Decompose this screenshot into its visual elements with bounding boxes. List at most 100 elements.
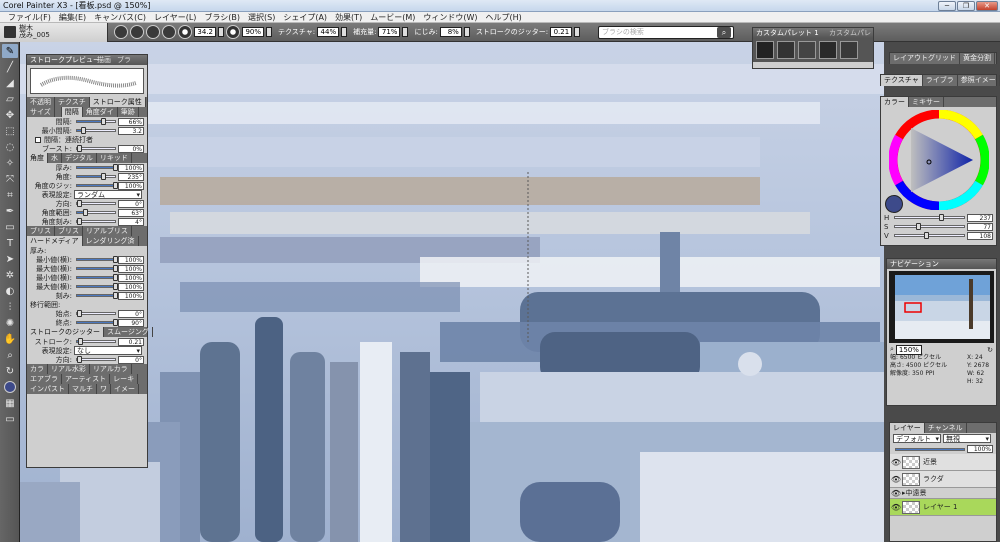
squeeze-slider[interactable] — [76, 164, 119, 171]
layer-row-selected[interactable]: 👁 レイヤー 1 — [890, 499, 996, 516]
value-value[interactable]: 108 — [967, 231, 993, 240]
tab-real-color[interactable]: リアルカラ — [90, 364, 132, 374]
jitter-spinner[interactable] — [574, 27, 581, 37]
brush-selector[interactable]: 樹木 茂み_005 — [0, 22, 108, 42]
layer-row[interactable]: 👁 近景 — [890, 454, 996, 471]
angle-range-value[interactable]: 63° — [118, 208, 144, 217]
magic-wand-icon[interactable]: ✧ — [2, 156, 18, 170]
tab-rendered[interactable]: レンダリング済 — [83, 236, 139, 246]
nav-zoom-icon[interactable]: ⌕ — [890, 345, 894, 354]
tab-hard-media[interactable]: ハードメディア — [27, 236, 83, 246]
max-thick2-value[interactable]: 100% — [118, 282, 144, 291]
palette-brush2-icon[interactable] — [777, 41, 795, 59]
angle-range-slider[interactable] — [76, 209, 116, 216]
saturation-value[interactable]: 77 — [967, 222, 993, 231]
menu-file[interactable]: ファイル(F) — [4, 12, 55, 23]
layer-row[interactable]: 👁 ラクダ — [890, 471, 996, 488]
squeeze2-slider[interactable] — [76, 292, 119, 299]
min-thick-slider[interactable] — [76, 256, 119, 263]
search-icon[interactable]: ⌕ — [717, 27, 731, 38]
resaturation-spinner[interactable] — [402, 27, 409, 37]
composite-method-dropdown[interactable]: デフォルト — [893, 434, 941, 443]
hue-slider[interactable] — [894, 214, 965, 221]
max-thick-slider[interactable] — [76, 265, 119, 272]
nav-rotate-icon[interactable]: ↻ — [987, 346, 993, 354]
tab-stroke[interactable]: 筆跡 — [118, 107, 139, 117]
expr2-dropdown[interactable]: なし — [74, 346, 142, 355]
tab-library[interactable]: ライブラ — [923, 75, 958, 86]
boost-slider[interactable] — [76, 145, 116, 152]
paper-texture-icon[interactable]: ▦ — [2, 396, 18, 410]
stroke-type-icon[interactable] — [130, 25, 144, 39]
tab-multi[interactable]: マルチ — [69, 384, 97, 394]
navigator-preview[interactable] — [889, 271, 994, 343]
tab-blank[interactable] — [55, 107, 62, 117]
start-slider[interactable] — [76, 310, 116, 317]
max-thick-value[interactable]: 100% — [118, 264, 144, 273]
brush-dab-icon[interactable] — [114, 25, 128, 39]
stroke-jitter-value[interactable]: 0.21 — [118, 337, 144, 346]
min-spacing-slider[interactable] — [76, 127, 116, 134]
menu-edit[interactable]: 編集(E) — [55, 12, 90, 23]
value-slider[interactable] — [894, 232, 965, 239]
boost-value[interactable]: 0% — [118, 144, 144, 153]
text-tool-icon[interactable]: T — [2, 236, 18, 250]
palette-brush5-icon[interactable] — [840, 41, 858, 59]
nav-zoom-field[interactable]: 150% — [895, 344, 922, 355]
tab-spacing[interactable]: 間隔 — [61, 107, 83, 117]
end-value[interactable]: 90° — [118, 318, 144, 327]
dodge-icon[interactable]: ◐ — [2, 284, 18, 298]
screen-mode-icon[interactable]: ▭ — [2, 412, 18, 426]
visibility-eye-icon[interactable]: 👁 — [890, 458, 902, 467]
tab-rake[interactable]: レーキ — [110, 374, 139, 384]
menu-canvas[interactable]: キャンバス(C) — [90, 12, 150, 23]
shape-select-icon[interactable]: ➤ — [2, 252, 18, 266]
expression-dropdown[interactable]: ランダム — [74, 190, 142, 199]
angle-step-slider[interactable] — [76, 218, 116, 225]
tab-impasto[interactable]: インパスト — [27, 384, 69, 394]
tab-digital[interactable]: デジタル — [62, 153, 97, 163]
size-field[interactable]: 34.2 — [194, 27, 216, 37]
tab-color-panel[interactable]: カラー — [881, 97, 909, 107]
custom-palette-tab2[interactable]: カスタムパレ — [829, 28, 871, 38]
stroke-jitter-slider[interactable] — [76, 338, 116, 345]
menu-window[interactable]: ウィンドウ(W) — [419, 12, 481, 23]
tab-bristle2[interactable]: ブリス — [55, 226, 83, 236]
dropper-tool-icon[interactable]: ╱ — [2, 60, 18, 74]
palette-brush3-icon[interactable] — [798, 41, 816, 59]
opacity-field[interactable]: 90% — [242, 27, 264, 37]
angle-jitter-value[interactable]: 100% — [118, 181, 144, 190]
tab-bristle1[interactable]: ブリス — [27, 226, 55, 236]
size-spinner[interactable] — [218, 27, 224, 37]
spacing-value[interactable]: 66% — [118, 117, 144, 126]
tab-opacity[interactable]: 不透明 — [27, 97, 55, 107]
direction-value[interactable]: 0° — [118, 199, 144, 208]
end-slider[interactable] — [76, 319, 119, 326]
rotate-page-icon[interactable]: ↻ — [2, 364, 18, 378]
angle-value[interactable]: 235° — [118, 172, 144, 181]
close-button[interactable]: ✕ — [976, 1, 998, 11]
max-thick2-slider[interactable] — [76, 283, 119, 290]
tab-texture-lib[interactable]: テクスチャ — [881, 75, 923, 86]
tab-layout-grid[interactable]: レイアウトグリッド — [890, 53, 960, 64]
palette-brush4-icon[interactable] — [819, 41, 837, 59]
tab-channels[interactable]: チャンネル — [925, 423, 967, 433]
menu-layer[interactable]: レイヤー(L) — [150, 12, 200, 23]
tab-mixer[interactable]: ミキサー — [909, 97, 944, 107]
brush-tool-icon[interactable]: ✎ — [2, 44, 18, 58]
layer-adjuster-icon[interactable]: ✥ — [2, 108, 18, 122]
tab-smoothing[interactable]: スムージング — [104, 327, 153, 337]
main-color-swatch[interactable] — [885, 195, 903, 213]
color-wheel[interactable] — [887, 109, 990, 211]
resaturation-field[interactable]: 71% — [378, 27, 401, 37]
custom-palette-title[interactable]: カスタムパレット 1 — [756, 29, 819, 37]
min-thick2-slider[interactable] — [76, 274, 119, 281]
visibility-eye-icon[interactable]: 👁 — [890, 503, 902, 512]
texture-field[interactable]: 44% — [317, 27, 340, 37]
bleed-field[interactable]: 8% — [439, 27, 462, 37]
saturation-slider[interactable] — [894, 223, 965, 230]
jitter-field[interactable]: 0.21 — [550, 27, 573, 37]
reset-tool-icon[interactable] — [162, 25, 176, 39]
tab-real-bristle[interactable]: リアルブリス — [83, 226, 132, 236]
min-thick-value[interactable]: 100% — [118, 255, 144, 264]
